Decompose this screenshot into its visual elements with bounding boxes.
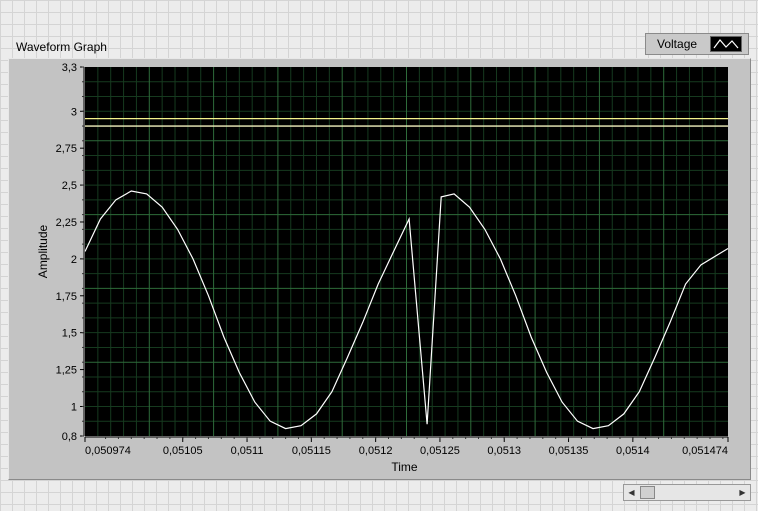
x-tick-label: 0,051474 bbox=[682, 445, 728, 457]
y-tick-label: 2,25 bbox=[56, 217, 77, 229]
scrollbar-thumb[interactable] bbox=[640, 486, 655, 499]
y-tick-label: 1,25 bbox=[56, 365, 77, 377]
x-tick-label: 0,0511 bbox=[231, 445, 264, 457]
y-tick-label: 1 bbox=[71, 401, 77, 413]
y-tick-label: 0,8 bbox=[62, 431, 77, 443]
y-tick-label: 1,75 bbox=[56, 291, 77, 303]
y-tick-label: 3,3 bbox=[62, 62, 77, 74]
y-axis-ticks: 0,8 1 1,25 1,5 1,75 2 2,25 2,5 2,75 3 3,3 bbox=[56, 62, 85, 443]
x-tick-label: 0,0513 bbox=[487, 445, 521, 457]
scroll-right-icon[interactable]: ▶ bbox=[735, 485, 750, 500]
x-tick-label: 0,05125 bbox=[420, 445, 460, 457]
waveform-graph: 0,8 1 1,25 1,5 1,75 2 2,25 2,5 2,75 3 3,3 0,050974… bbox=[36, 62, 729, 474]
x-tick-label: 0,05105 bbox=[163, 445, 203, 457]
y-tick-label: 1,5 bbox=[62, 328, 77, 340]
x-tick-label: 0,05135 bbox=[549, 445, 589, 457]
x-axis-label: Time bbox=[391, 460, 418, 474]
y-axis-label: Amplitude bbox=[36, 225, 50, 279]
x-tick-label: 0,05115 bbox=[292, 445, 331, 457]
y-tick-label: 2,5 bbox=[62, 180, 77, 192]
x-tick-label: 0,0512 bbox=[359, 445, 393, 457]
scroll-left-icon[interactable]: ◀ bbox=[624, 485, 639, 500]
y-tick-label: 2 bbox=[71, 254, 77, 266]
y-tick-label: 2,75 bbox=[56, 143, 77, 155]
x-axis-ticks: 0,050974 0,05105 0,0511 0,05115 0,0512 0,0512… bbox=[84, 436, 729, 457]
x-tick-label: 0,0514 bbox=[616, 445, 650, 457]
y-tick-label: 3 bbox=[71, 106, 77, 118]
x-tick-label: 0,050974 bbox=[85, 445, 131, 457]
x-scrollbar[interactable]: ◀ ▶ bbox=[623, 484, 751, 501]
